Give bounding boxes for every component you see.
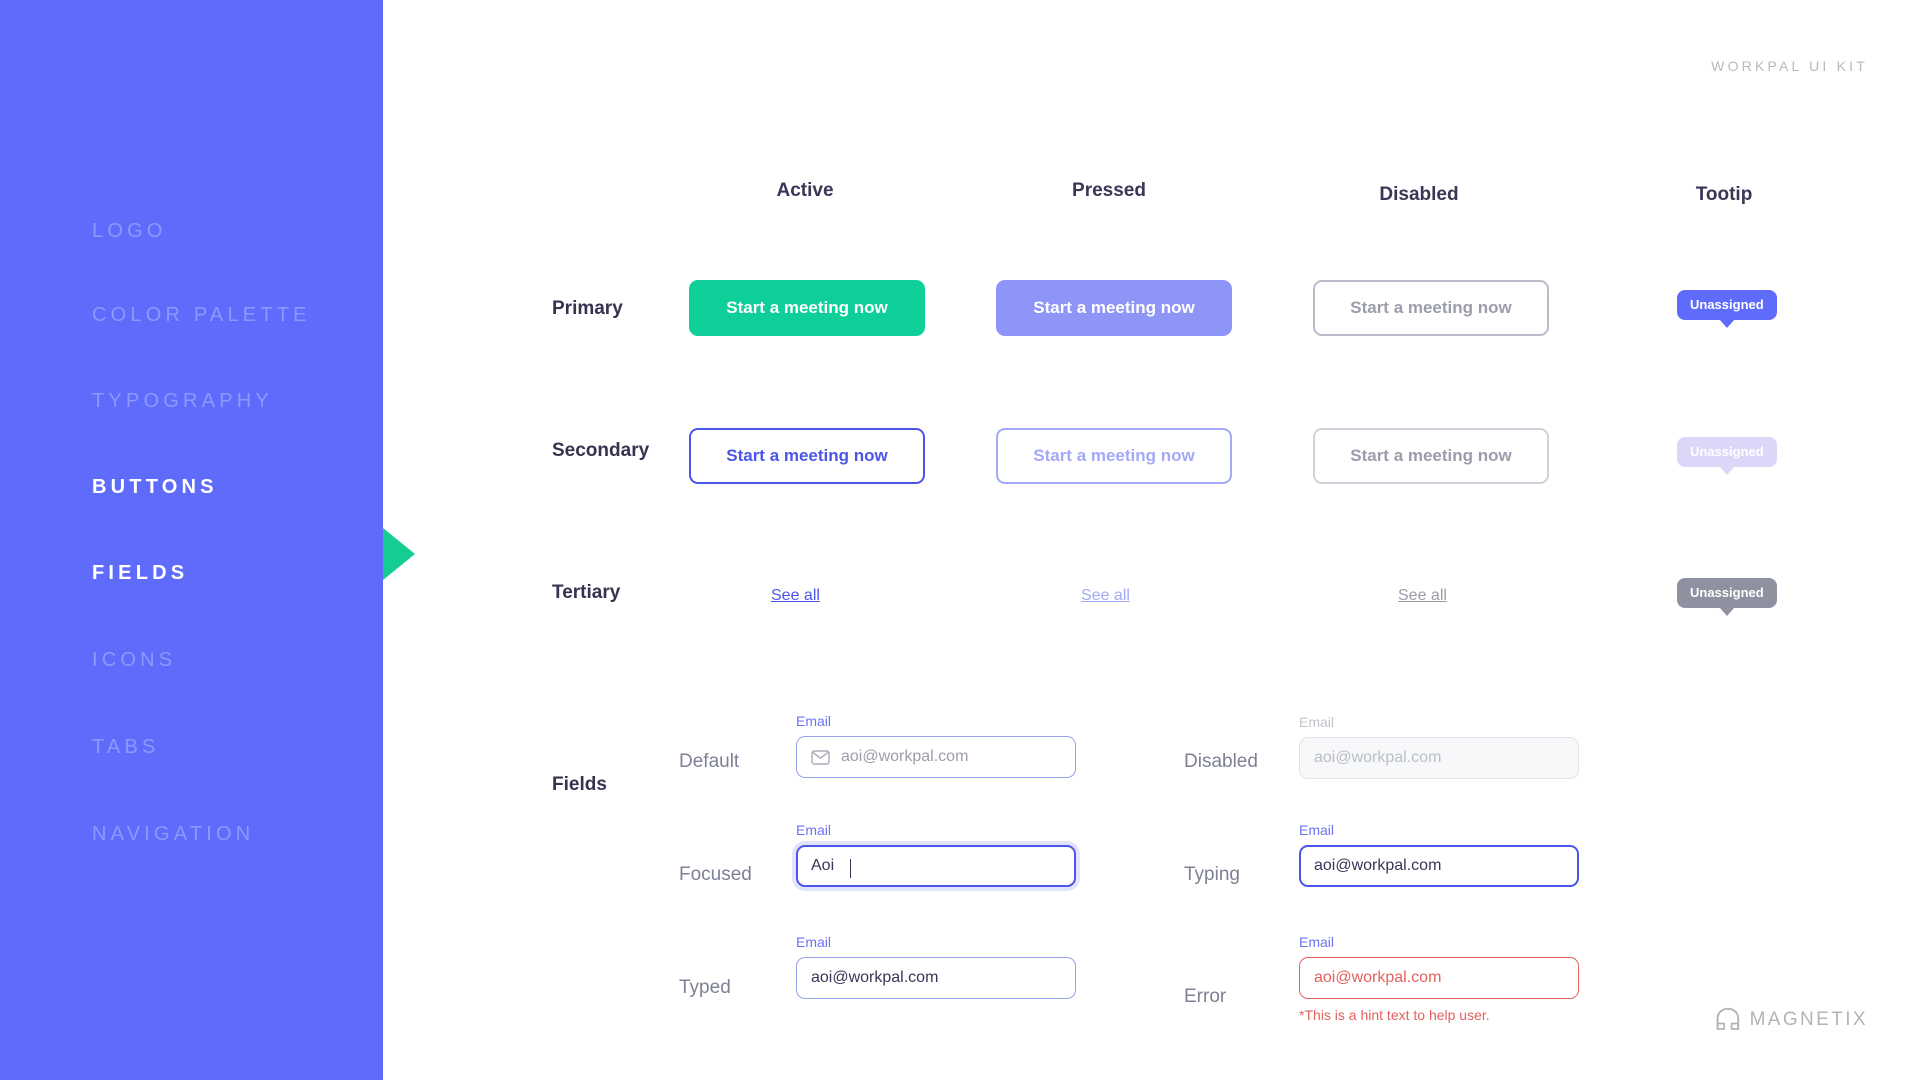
field-default-value: aoi@workpal.com xyxy=(841,748,969,765)
ui-kit-page: LOGO COLOR PALETTE TYPOGRAPHY BUTTONS FI… xyxy=(0,0,1920,1080)
row-label-secondary: Secondary xyxy=(552,440,650,461)
tertiary-link-pressed[interactable]: See all xyxy=(1081,587,1130,605)
field-typed: Email aoi@workpal.com xyxy=(796,934,1076,999)
field-state-label-typing: Typing xyxy=(1184,864,1240,885)
field-default-label: Email xyxy=(796,713,832,729)
field-error-input[interactable]: aoi@workpal.com xyxy=(1299,957,1579,999)
sidebar-item-typography[interactable]: TYPOGRAPHY xyxy=(92,390,273,413)
field-focused-value: Aoi xyxy=(811,857,835,874)
field-error-hint: *This is a hint text to help user. xyxy=(1299,1007,1490,1023)
field-typing-input[interactable]: aoi@workpal.com xyxy=(1299,845,1579,887)
sidebar-item-tabs[interactable]: TABS xyxy=(92,736,160,759)
tooltip-tertiary-label: Unassigned xyxy=(1690,585,1764,600)
column-header-pressed: Pressed xyxy=(1072,180,1146,201)
field-state-label-error: Error xyxy=(1184,986,1227,1007)
section-pointer-arrow-icon xyxy=(383,528,415,580)
tooltip-secondary-label: Unassigned xyxy=(1690,444,1764,459)
field-state-label-disabled: Disabled xyxy=(1184,751,1258,772)
field-focused-input[interactable]: Aoi xyxy=(796,845,1076,887)
field-typed-value: aoi@workpal.com xyxy=(811,969,939,986)
field-typing: Email aoi@workpal.com xyxy=(1299,822,1579,887)
field-default-input[interactable]: aoi@workpal.com xyxy=(796,736,1076,778)
text-cursor-icon xyxy=(850,858,852,878)
field-error: Email aoi@workpal.com *This is a hint te… xyxy=(1299,934,1579,1023)
tooltip-tertiary[interactable]: Unassigned xyxy=(1677,578,1777,616)
sidebar-item-buttons[interactable]: BUTTONS xyxy=(92,476,218,499)
field-error-label: Email xyxy=(1299,934,1335,950)
primary-button-pressed[interactable]: Start a meeting now xyxy=(996,280,1232,336)
primary-button-active[interactable]: Start a meeting now xyxy=(689,280,925,336)
tertiary-link-disabled: See all xyxy=(1398,587,1447,604)
secondary-button-disabled: Start a meeting now xyxy=(1313,428,1549,484)
tooltip-primary[interactable]: Unassigned xyxy=(1677,290,1777,328)
field-typing-label: Email xyxy=(1299,822,1335,838)
brand-logo: MAGNETIX xyxy=(1715,1007,1868,1032)
fields-group-label: Fields xyxy=(552,774,607,795)
column-header-active: Active xyxy=(776,180,834,201)
field-state-label-default: Default xyxy=(679,751,740,772)
tertiary-link-active[interactable]: See all xyxy=(771,587,820,605)
column-header-disabled: Disabled xyxy=(1379,184,1459,205)
secondary-button-active[interactable]: Start a meeting now xyxy=(689,428,925,484)
field-default: Email aoi@workpal.com xyxy=(796,713,1076,778)
field-typed-input[interactable]: aoi@workpal.com xyxy=(796,957,1076,999)
kit-title: WORKPAL UI KIT xyxy=(1711,58,1868,74)
magnet-icon xyxy=(1715,1007,1741,1032)
sidebar-item-icons[interactable]: ICONS xyxy=(92,649,176,672)
sidebar-item-color-palette[interactable]: COLOR PALETTE xyxy=(92,304,311,327)
sidebar: LOGO COLOR PALETTE TYPOGRAPHY BUTTONS FI… xyxy=(0,0,383,1080)
field-disabled-label: Email xyxy=(1299,714,1335,730)
field-state-label-focused: Focused xyxy=(679,864,752,885)
field-focused-label: Email xyxy=(796,822,832,838)
field-typing-value: aoi@workpal.com xyxy=(1314,857,1442,874)
sidebar-item-fields[interactable]: FIELDS xyxy=(92,562,188,585)
sidebar-item-navigation[interactable]: NAVIGATION xyxy=(92,823,254,846)
tooltip-secondary[interactable]: Unassigned xyxy=(1677,437,1777,475)
sidebar-item-logo[interactable]: LOGO xyxy=(92,220,167,243)
secondary-button-pressed[interactable]: Start a meeting now xyxy=(996,428,1232,484)
brand-name: MAGNETIX xyxy=(1749,1008,1868,1030)
field-disabled-input: aoi@workpal.com xyxy=(1299,737,1579,779)
field-focused: Email Aoi xyxy=(796,822,1076,887)
field-disabled-value: aoi@workpal.com xyxy=(1314,749,1442,766)
field-disabled: Email aoi@workpal.com xyxy=(1299,714,1579,779)
envelope-icon xyxy=(811,749,830,765)
field-error-value: aoi@workpal.com xyxy=(1314,969,1442,986)
field-state-label-typed: Typed xyxy=(679,977,731,998)
field-typed-label: Email xyxy=(796,934,832,950)
row-label-primary: Primary xyxy=(552,298,623,319)
primary-button-disabled: Start a meeting now xyxy=(1313,280,1549,336)
row-label-tertiary: Tertiary xyxy=(552,582,621,603)
tooltip-primary-label: Unassigned xyxy=(1690,297,1764,312)
column-header-tooltip: Tootip xyxy=(1695,184,1753,205)
